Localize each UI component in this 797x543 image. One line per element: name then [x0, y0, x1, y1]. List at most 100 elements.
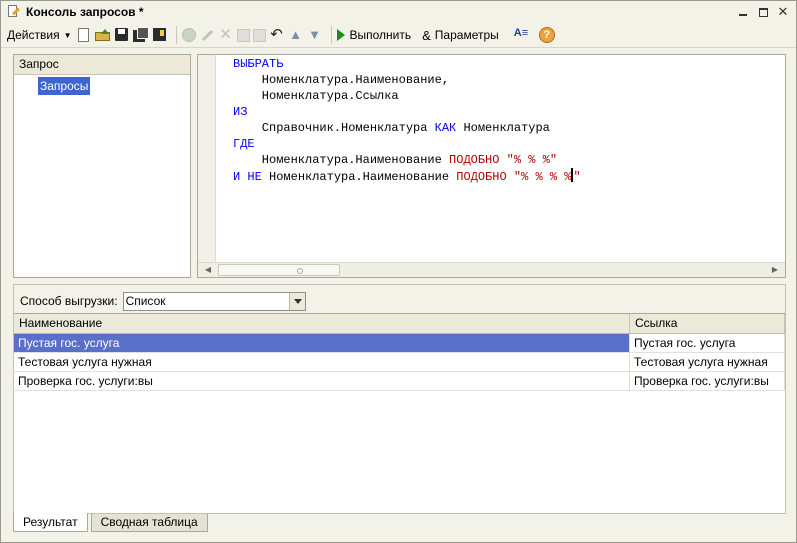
save-as-icon	[132, 27, 149, 43]
parameters-label: Параметры	[434, 28, 499, 42]
cell-ref: Тестовая услуга нужная	[630, 353, 785, 371]
move-down-button[interactable]: ▼	[307, 25, 323, 45]
editor-gutter	[198, 55, 216, 262]
undo-button[interactable]: ↶	[269, 25, 285, 45]
column-header-name[interactable]: Наименование	[14, 314, 630, 333]
code-line: ИЗ	[233, 104, 581, 120]
query-tree-panel: Запрос Запросы	[13, 54, 191, 278]
open-button[interactable]	[94, 25, 111, 45]
pencil-icon	[199, 27, 215, 43]
code-token: Номенклатура.Наименование	[233, 153, 450, 167]
delete-x-icon: ✕	[219, 26, 232, 43]
save-as-button[interactable]	[132, 25, 149, 45]
code-line: ВЫБРАТЬ	[233, 56, 581, 72]
add-button[interactable]	[181, 25, 196, 45]
results-panel: Способ выгрузки: Список Наименование Ссы…	[13, 284, 786, 514]
dropdown-arrow-icon: ▼	[63, 30, 72, 40]
open-folder-icon	[94, 29, 111, 41]
table-row[interactable]: Проверка гос. услуги:вы Проверка гос. ус…	[14, 372, 785, 391]
cell-name: Проверка гос. услуги:вы	[14, 372, 630, 390]
code-token: Номенклатура	[456, 121, 550, 135]
scroll-right-icon[interactable]: ▶	[767, 264, 783, 276]
actions-menu-button[interactable]: Действия ▼	[7, 25, 72, 45]
query-editor[interactable]: ВЫБРАТЬ Номенклатура.Наименование, Номен…	[197, 54, 786, 278]
close-button[interactable]: ✕	[774, 4, 792, 20]
code-token: ПОДОБНО	[449, 153, 500, 167]
play-icon	[336, 29, 345, 41]
save-copy-button[interactable]	[152, 25, 168, 45]
edit-button[interactable]	[199, 25, 215, 45]
delete-button[interactable]: ✕	[218, 25, 234, 45]
copy-icon	[236, 28, 250, 42]
query-text[interactable]: ВЫБРАТЬ Номенклатура.Наименование, Номен…	[233, 56, 581, 185]
paste-button[interactable]	[252, 25, 266, 45]
toolbar-separator	[330, 26, 332, 44]
undo-icon: ↶	[270, 26, 283, 43]
window-controls: ✕	[734, 4, 792, 20]
bottom-tabs: Результат Сводная таблица	[13, 513, 208, 532]
text-document-icon: A≡	[513, 27, 529, 39]
execute-label: Выполнить	[349, 28, 412, 42]
save-icon	[114, 27, 130, 43]
document-edit-icon	[6, 5, 20, 19]
arrow-down-icon: ▼	[308, 27, 321, 42]
code-token: ВЫБРАТЬ	[233, 57, 284, 71]
table-row[interactable]: Пустая гос. услуга Пустая гос. услуга	[14, 334, 785, 353]
code-token: "% % % %	[506, 170, 572, 184]
tree-item-queries[interactable]: Запросы	[38, 77, 91, 95]
results-table[interactable]: Наименование Ссылка Пустая гос. услуга П…	[14, 313, 785, 513]
maximize-button[interactable]	[754, 4, 772, 20]
toolbar: Действия ▼ ✕ ↶ ▲ ▼ Выполнить & Параметры…	[1, 23, 796, 48]
cell-ref: Пустая гос. услуга	[630, 334, 785, 352]
table-header: Наименование Ссылка	[14, 314, 785, 334]
column-header-ref[interactable]: Ссылка	[630, 314, 785, 333]
save-button[interactable]	[114, 25, 130, 45]
code-token: КАК	[434, 121, 457, 135]
query-text-button[interactable]: A≡	[514, 25, 530, 45]
move-up-button[interactable]: ▲	[288, 25, 304, 45]
code-token: "% % %"	[499, 153, 558, 167]
code-token: ПОДОБНО	[456, 170, 507, 184]
code-line: Номенклатура.Ссылка	[233, 88, 581, 104]
code-line: Номенклатура.Наименование ПОДОБНО "% % %…	[233, 152, 581, 168]
tab-result[interactable]: Результат	[13, 513, 88, 532]
scroll-left-icon[interactable]: ◀	[200, 264, 216, 276]
add-circle-icon	[181, 28, 196, 42]
help-button[interactable]: ?	[538, 25, 555, 45]
code-token: "	[573, 170, 581, 184]
upload-method-value: Список	[125, 293, 166, 308]
arrow-up-icon: ▲	[289, 27, 302, 42]
execute-button[interactable]: Выполнить	[336, 25, 412, 45]
code-line: ГДЕ	[233, 136, 581, 152]
cell-name: Пустая гос. услуга	[14, 334, 630, 352]
query-console-window: Консоль запросов * ✕ Действия ▼ ✕ ↶ ▲ ▼ …	[0, 0, 797, 543]
upload-method-select[interactable]: Список	[122, 291, 306, 311]
tree-header: Запрос	[14, 55, 190, 75]
dropdown-arrow-icon[interactable]	[288, 292, 305, 310]
tab-pivot-table[interactable]: Сводная таблица	[90, 514, 208, 532]
save-disk-icon	[152, 27, 168, 43]
new-document-icon	[77, 28, 89, 42]
copy-button[interactable]	[236, 25, 250, 45]
table-row[interactable]: Тестовая услуга нужная Тестовая услуга н…	[14, 353, 785, 372]
upload-method-label: Способ выгрузки:	[20, 294, 118, 308]
code-token: Справочник.Номенклатура	[233, 121, 435, 135]
cell-ref: Проверка гос. услуги:вы	[630, 372, 785, 390]
code-token: Номенклатура.Ссылка	[233, 89, 399, 103]
actions-label: Действия	[7, 28, 60, 42]
minimize-button[interactable]	[734, 4, 752, 20]
scrollbar-thumb[interactable]	[218, 264, 340, 276]
code-line: Справочник.Номенклатура КАК Номенклатура	[233, 120, 581, 136]
parameters-icon: &	[422, 27, 431, 43]
parameters-button[interactable]: & Параметры	[422, 25, 499, 45]
window-title: Консоль запросов *	[26, 5, 144, 19]
code-token: ГДЕ	[233, 137, 255, 151]
code-token: ИЗ	[233, 105, 248, 119]
horizontal-scrollbar[interactable]: ◀ ▶	[198, 262, 785, 277]
help-icon: ?	[538, 27, 555, 43]
code-line: Номенклатура.Наименование,	[233, 72, 581, 88]
new-button[interactable]	[75, 25, 92, 45]
paste-icon	[252, 28, 266, 42]
code-token: И НЕ	[233, 170, 262, 184]
title-bar: Консоль запросов * ✕	[1, 1, 796, 23]
